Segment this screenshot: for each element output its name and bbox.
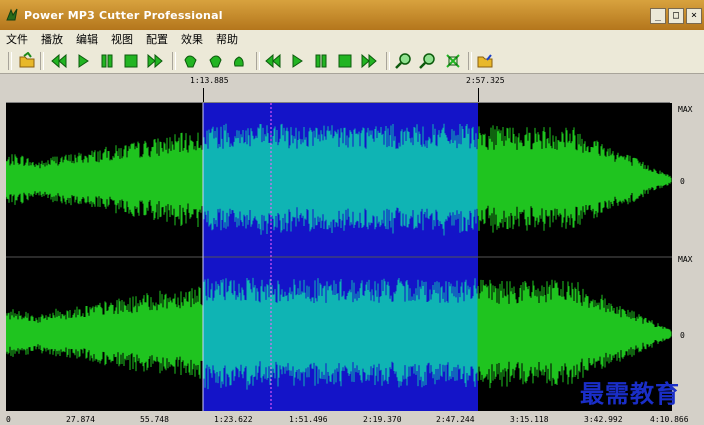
channel1-zero-label: 0 (680, 177, 685, 186)
toolbar-separator (386, 52, 390, 70)
amplitude-scale: MAX 0 MAX 0 (672, 103, 704, 411)
watermark-text: 最需教育 (580, 379, 680, 408)
zoom-out-icon[interactable] (418, 52, 436, 70)
stop-icon[interactable] (122, 52, 140, 70)
menu-file[interactable]: 文件 (6, 31, 28, 47)
menu-bar: 文件 播放 编辑 视图 配置 效果 帮助 (0, 30, 704, 48)
toolbar-separator (256, 52, 260, 70)
menu-edit[interactable]: 编辑 (76, 31, 98, 47)
channel1-max-label: MAX (678, 105, 693, 114)
stop-icon[interactable] (336, 52, 354, 70)
selection-start-marker[interactable] (203, 88, 204, 103)
rewind-icon[interactable] (264, 52, 282, 70)
set-start-icon[interactable] (182, 52, 200, 70)
toolbar-separator (40, 52, 44, 70)
timeline-label: 2:47.244 (436, 415, 475, 424)
timeline-label: 0 (6, 415, 11, 424)
menu-config[interactable]: 配置 (146, 31, 168, 47)
toolbar (0, 48, 704, 74)
toolbar-separator (172, 52, 176, 70)
title-bar: Power MP3 Cutter Professional _ □ × (0, 0, 704, 30)
zoom-in-icon[interactable] (394, 52, 412, 70)
menu-help[interactable]: 帮助 (216, 31, 238, 47)
selection-start-label: 1:13.885 (190, 76, 229, 85)
toolbar-separator (8, 52, 12, 70)
forward-icon[interactable] (360, 52, 378, 70)
play-icon[interactable] (288, 52, 306, 70)
timeline-ruler: 0 27.874 55.748 1:23.622 1:51.496 2:19.3… (0, 411, 704, 425)
channel2-max-label: MAX (678, 255, 693, 264)
time-ruler[interactable]: 1:13.885 2:57.325 (6, 76, 670, 103)
rewind-icon[interactable] (50, 52, 68, 70)
timeline-label: 4:10.866 (650, 415, 689, 424)
maximize-button[interactable]: □ (668, 8, 684, 24)
pause-icon[interactable] (312, 52, 330, 70)
open-folder-icon[interactable] (18, 51, 36, 70)
waveform-view[interactable] (6, 103, 672, 411)
timeline-label: 27.874 (66, 415, 95, 424)
selection-end-marker[interactable] (478, 88, 479, 103)
menu-effects[interactable]: 效果 (181, 31, 203, 47)
channel2-zero-label: 0 (680, 331, 685, 340)
play-selection-icon[interactable] (230, 52, 248, 70)
timeline-label: 3:42.992 (584, 415, 623, 424)
zoom-fit-icon[interactable] (444, 52, 462, 70)
forward-icon[interactable] (146, 52, 164, 70)
timeline-label: 1:51.496 (289, 415, 328, 424)
timeline-label: 55.748 (140, 415, 169, 424)
timeline-label: 3:15.118 (510, 415, 549, 424)
close-button[interactable]: × (686, 8, 702, 24)
window-title: Power MP3 Cutter Professional (24, 8, 223, 22)
window-controls: _ □ × (650, 8, 702, 24)
menu-view[interactable]: 视图 (111, 31, 133, 47)
play-icon[interactable] (74, 52, 92, 70)
minimize-button[interactable]: _ (650, 8, 666, 24)
app-icon (4, 7, 20, 23)
timeline-label: 2:19.370 (363, 415, 402, 424)
set-end-icon[interactable] (206, 52, 224, 70)
toolbar-separator (468, 52, 472, 70)
pause-icon[interactable] (98, 52, 116, 70)
waveform-canvas[interactable] (6, 103, 672, 411)
save-icon[interactable] (476, 52, 494, 70)
menu-play[interactable]: 播放 (41, 31, 63, 47)
timeline-label: 1:23.622 (214, 415, 253, 424)
selection-end-label: 2:57.325 (466, 76, 505, 85)
